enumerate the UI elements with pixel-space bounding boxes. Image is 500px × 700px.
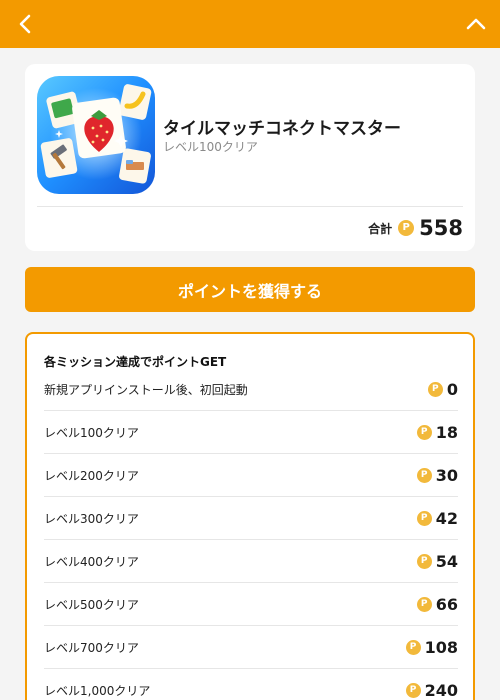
mission-label: レベル200クリア [44, 468, 139, 483]
mission-row: レベル100クリア P 18 [44, 411, 458, 454]
mission-label: 新規アプリインストール後、初回起動 [44, 382, 248, 397]
mission-label: レベル1,000クリア [44, 683, 151, 698]
point-coin-icon: P [416, 553, 432, 569]
total-points: 合計 P 558 [368, 216, 463, 240]
divider [37, 206, 463, 207]
mission-row: レベル500クリア P 66 [44, 583, 458, 626]
point-coin-icon: P [427, 381, 443, 397]
point-coin-icon: P [405, 639, 421, 655]
total-value: 558 [419, 216, 463, 240]
collapse-button[interactable] [462, 10, 490, 38]
mission-points: 18 [435, 422, 458, 442]
mission-row: レベル200クリア P 30 [44, 454, 458, 497]
mission-points: 66 [435, 594, 458, 614]
point-coin-icon: P [416, 510, 432, 526]
mission-points: 240 [424, 680, 458, 700]
mission-label: レベル300クリア [44, 511, 139, 526]
point-coin-icon: P [398, 220, 415, 236]
point-coin-icon: P [416, 467, 432, 483]
mission-row: レベル400クリア P 54 [44, 540, 458, 583]
chevron-left-icon [19, 14, 31, 34]
mission-row: レベル300クリア P 42 [44, 497, 458, 540]
mission-points: 42 [435, 508, 458, 528]
point-coin-icon: P [416, 596, 432, 612]
point-coin-icon: P [416, 424, 432, 440]
top-bar [0, 0, 500, 48]
app-card: タイルマッチコネクトマスター レベル100クリア 合計 P 558 [25, 64, 475, 251]
mission-points: 0 [446, 379, 458, 399]
mission-points: 30 [435, 465, 458, 485]
mission-row: レベル700クリア P 108 [44, 626, 458, 669]
mission-row: 新規アプリインストール後、初回起動 P0 [44, 368, 458, 411]
app-icon [37, 76, 155, 194]
mission-points: 54 [435, 551, 458, 571]
back-button[interactable] [12, 10, 40, 38]
app-subtitle: レベル100クリア [163, 140, 258, 154]
app-title: タイルマッチコネクトマスター [163, 119, 401, 139]
mission-label: レベル700クリア [44, 640, 139, 655]
point-coin-icon: P [405, 682, 421, 698]
total-label: 合計 [368, 221, 393, 236]
mission-row: レベル1,000クリア P 240 [44, 669, 458, 700]
missions-panel: 各ミッション達成でポイントGET 新規アプリインストール後、初回起動 P0 レベ… [25, 332, 475, 700]
mission-points: 108 [424, 637, 458, 657]
earn-points-button[interactable]: ポイントを獲得する [25, 267, 475, 312]
mission-label: レベル100クリア [44, 425, 139, 440]
mission-label: レベル400クリア [44, 554, 139, 569]
chevron-up-icon [466, 18, 486, 30]
mission-label: レベル500クリア [44, 597, 139, 612]
